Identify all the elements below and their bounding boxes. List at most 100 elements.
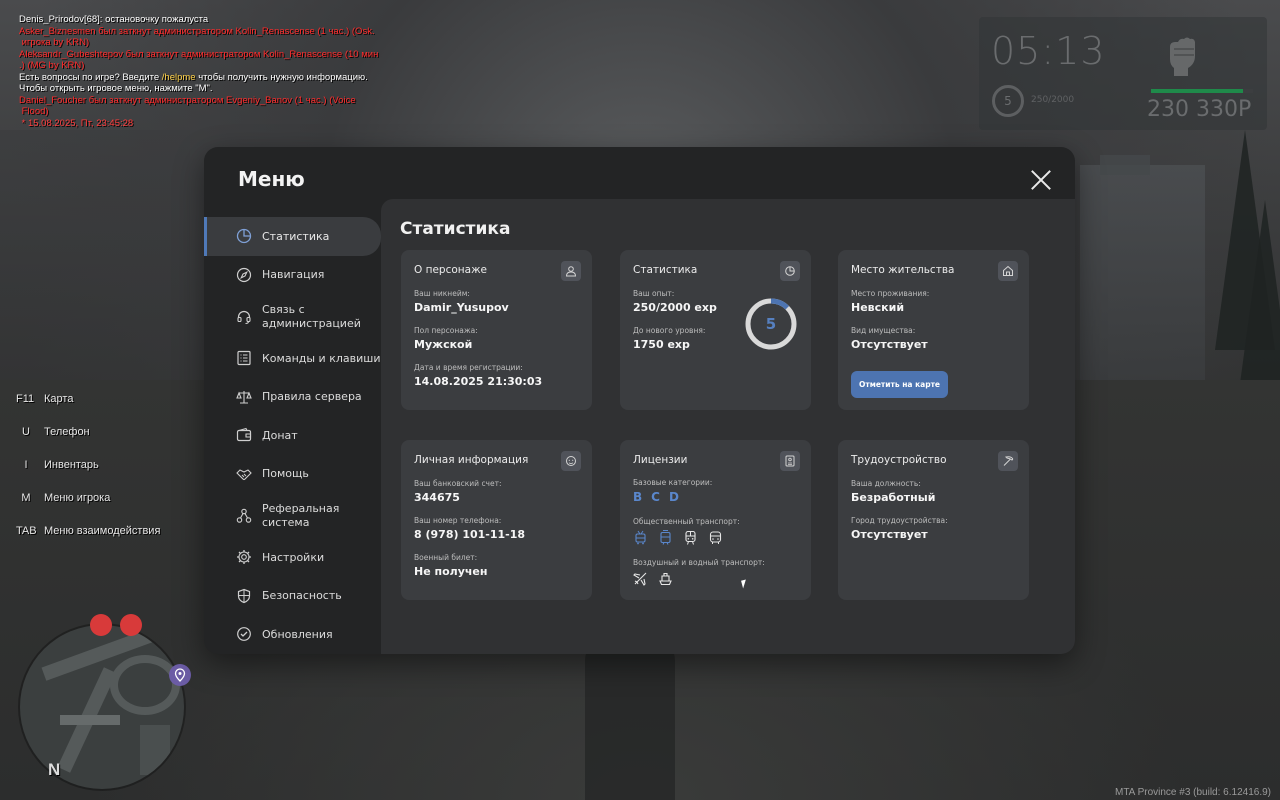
field-property: Вид имущества: Отсутствует bbox=[851, 326, 928, 351]
card-personal: Личная информация Ваш банковский счет: 34… bbox=[401, 440, 592, 600]
chat-line: Denis_Prirodov[68]: остановочку пожалуст… bbox=[19, 14, 209, 25]
sidebar-item-security[interactable]: Безопасность bbox=[204, 577, 381, 616]
chat-log: Denis_Prirodov[68]: остановочку пожалуст… bbox=[19, 14, 389, 129]
minimap-north: N bbox=[48, 760, 61, 779]
field-label: Ваш опыт: bbox=[633, 289, 675, 298]
field-label: Дата и время регистрации: bbox=[414, 363, 523, 372]
field-work-city: Город трудоустройства: Отсутствует bbox=[851, 516, 948, 541]
license-category: D bbox=[668, 490, 679, 504]
check-circle-icon bbox=[236, 626, 252, 642]
health-bar-fill bbox=[1151, 89, 1243, 93]
field-label: Общественный транспорт: bbox=[633, 517, 740, 526]
card-title: О персонаже bbox=[414, 264, 488, 276]
sidebar-item-label: Безопасность bbox=[262, 589, 342, 603]
mark-on-map-button[interactable]: Отметить на карте bbox=[851, 371, 948, 398]
field-value: Damir_Yusupov bbox=[414, 301, 509, 314]
field-label: Место проживания: bbox=[851, 289, 930, 298]
field-label: Пол персонажа: bbox=[414, 326, 478, 335]
hotkey-key: U bbox=[22, 426, 30, 438]
menu-title: Меню bbox=[238, 167, 305, 191]
hud-level: 5 bbox=[992, 85, 1024, 117]
scales-icon bbox=[236, 389, 252, 405]
chat-command: /helpme bbox=[161, 71, 196, 83]
sidebar-item-label: Донат bbox=[262, 428, 298, 442]
card-stats: Статистика Ваш опыт: 250/2000 exp До ново… bbox=[620, 250, 811, 410]
hotkey-key: TAB bbox=[16, 525, 37, 537]
field-value: 1750 exp bbox=[633, 338, 690, 351]
field-label: Ваш номер телефона: bbox=[414, 516, 502, 525]
chat-line: Aleksandr_Gubeshtepov был заткнут админи… bbox=[19, 48, 379, 72]
hotkey-key: M bbox=[21, 492, 31, 504]
sidebar-item-donate[interactable]: Донат bbox=[204, 416, 381, 455]
sidebar-item-label: Навигация bbox=[262, 268, 325, 282]
field-next-level: До нового уровня: 1750 exp bbox=[633, 326, 705, 351]
field-label: Ваша должность: bbox=[851, 479, 921, 488]
field-exp: Ваш опыт: 250/2000 exp bbox=[633, 289, 717, 314]
sidebar-item-label: Помощь bbox=[262, 467, 309, 481]
field-residence: Место проживания: Невский bbox=[851, 289, 929, 314]
sidebar-item-updates[interactable]: Обновления bbox=[204, 615, 381, 654]
sidebar-item-help[interactable]: Помощь bbox=[204, 455, 381, 494]
hotkey-interaction-menu: TAB Меню взаимодействия bbox=[14, 525, 160, 558]
sidebar-item-referral[interactable]: Реферальная система bbox=[204, 493, 381, 538]
card-title: Личная информация bbox=[414, 454, 529, 466]
level-progress-ring: 5 bbox=[743, 296, 799, 352]
boat-icon bbox=[658, 571, 673, 586]
field-value: 8 (978) 101-11-18 bbox=[414, 528, 526, 541]
license-categories: B C D bbox=[633, 490, 679, 504]
field-label: Вид имущества: bbox=[851, 326, 916, 335]
field-value: Невский bbox=[851, 301, 905, 314]
shield-icon bbox=[236, 588, 252, 604]
wallet-icon bbox=[236, 427, 252, 443]
field-military-id: Военный билет: Не получен bbox=[414, 553, 488, 578]
chart-refresh-icon bbox=[780, 261, 800, 281]
sidebar-item-label: Правила сервера bbox=[262, 390, 362, 404]
compass-icon bbox=[236, 267, 252, 283]
sidebar-item-label: Обновления bbox=[262, 627, 333, 641]
card-employment: Трудоустройство Ваша должность: Безработн… bbox=[838, 440, 1029, 600]
chat-line: Чтобы открыть игровое меню, нажмите "M". bbox=[19, 83, 213, 94]
sidebar-item-admin-contact[interactable]: Связь с администрацией bbox=[204, 294, 381, 339]
sidebar-item-label: Реферальная система bbox=[262, 501, 340, 529]
pickaxe-icon bbox=[998, 451, 1018, 471]
chat-line: Есть вопросы по игре? Введите /helpme чт… bbox=[19, 71, 368, 83]
sidebar-item-navigation[interactable]: Навигация bbox=[204, 256, 381, 295]
house-icon bbox=[998, 261, 1018, 281]
card-residence: Место жительства Место проживания: Невски… bbox=[838, 250, 1029, 410]
minimap bbox=[20, 625, 184, 789]
hotkey-map: F11 Карта bbox=[14, 393, 160, 426]
hud-panel: 05:13 230 330Р 5 250/2000 bbox=[979, 17, 1267, 130]
sidebar-item-statistics[interactable]: Статистика bbox=[204, 217, 381, 256]
sidebar-item-commands[interactable]: Команды и клавиши bbox=[204, 339, 381, 378]
handshake-icon bbox=[236, 466, 252, 482]
hotkey-label: Телефон bbox=[44, 426, 90, 438]
chat-line: Asker_Biznesmen был заткнут администрато… bbox=[19, 25, 375, 49]
gear-icon bbox=[236, 549, 252, 565]
close-button[interactable] bbox=[1030, 169, 1052, 191]
air-water-licenses bbox=[633, 571, 673, 586]
field-value: 344675 bbox=[414, 491, 460, 504]
field-label: Ваш банковский счет: bbox=[414, 479, 502, 488]
field-label: Военный билет: bbox=[414, 553, 478, 562]
sidebar-item-label: Команды и клавиши bbox=[262, 351, 381, 365]
field-value: Не получен bbox=[414, 565, 488, 578]
bus-icon bbox=[708, 530, 723, 545]
field-value: Отсутствует bbox=[851, 338, 928, 351]
game-menu-window: Меню Статистика Навигация Связь с админи… bbox=[204, 147, 1075, 654]
hud-time: 05:13 bbox=[991, 29, 1106, 73]
map-block bbox=[140, 725, 170, 775]
menu-sidebar: Статистика Навигация Связь с администрац… bbox=[204, 217, 381, 654]
user-icon bbox=[561, 261, 581, 281]
keyboard-list-icon bbox=[236, 350, 252, 366]
field-phone: Ваш номер телефона: 8 (978) 101-11-18 bbox=[414, 516, 525, 541]
field-public-transport: Общественный транспорт: bbox=[633, 517, 740, 529]
trolleybus-icon bbox=[633, 530, 648, 545]
health-bar bbox=[1151, 89, 1253, 93]
hud-money: 230 330Р bbox=[1147, 97, 1252, 122]
sidebar-item-rules[interactable]: Правила сервера bbox=[204, 378, 381, 417]
field-value: Мужской bbox=[414, 338, 473, 351]
field-label: Город трудоустройства: bbox=[851, 516, 948, 525]
license-category: C bbox=[651, 490, 660, 504]
card-character: О персонаже Ваш никнейм: Damir_Yusupov По… bbox=[401, 250, 592, 410]
sidebar-item-settings[interactable]: Настройки bbox=[204, 538, 381, 577]
